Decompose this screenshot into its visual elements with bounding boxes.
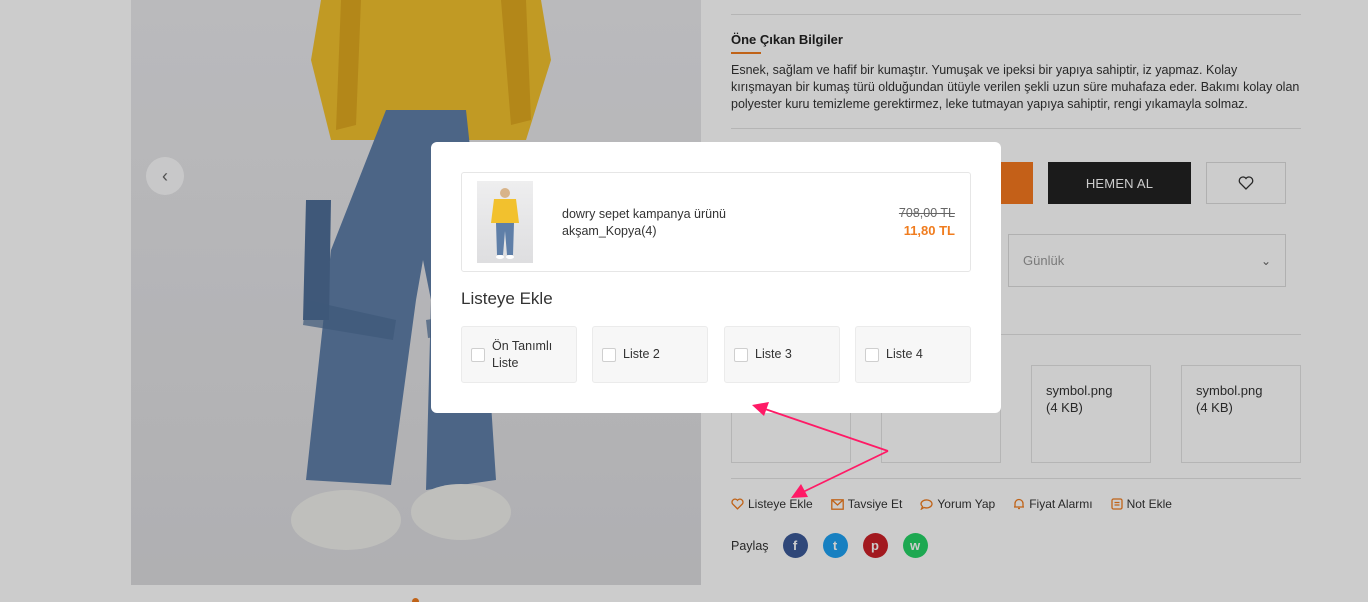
list-option-label: Liste 4: [886, 347, 923, 361]
old-price: 708,00 TL: [898, 206, 955, 220]
list-option-label: Liste 2: [623, 347, 660, 361]
add-to-list-modal: dowry sepet kampanya ürünü akşam_Kopya(4…: [431, 142, 1001, 413]
modal-title: Listeye Ekle: [461, 289, 553, 308]
list-checkbox[interactable]: [602, 347, 616, 362]
list-checkbox[interactable]: [865, 347, 879, 362]
modal-product-name: dowry sepet kampanya ürünü akşam_Kopya(4…: [562, 207, 726, 238]
list-option-default[interactable]: Ön Tanımlı Liste: [461, 326, 577, 383]
product-thumbnail: [477, 181, 533, 263]
list-option-4[interactable]: Liste 4: [855, 326, 971, 383]
list-option-2[interactable]: Liste 2: [592, 326, 708, 383]
modal-product-card: dowry sepet kampanya ürünü akşam_Kopya(4…: [461, 172, 971, 272]
list-checkbox[interactable]: [471, 347, 485, 362]
list-checkbox[interactable]: [734, 347, 748, 362]
sale-price: 11,80 TL: [903, 223, 955, 238]
list-option-3[interactable]: Liste 3: [724, 326, 840, 383]
list-option-label: Liste 3: [755, 347, 792, 361]
list-option-label: Ön Tanımlı Liste: [492, 338, 553, 370]
